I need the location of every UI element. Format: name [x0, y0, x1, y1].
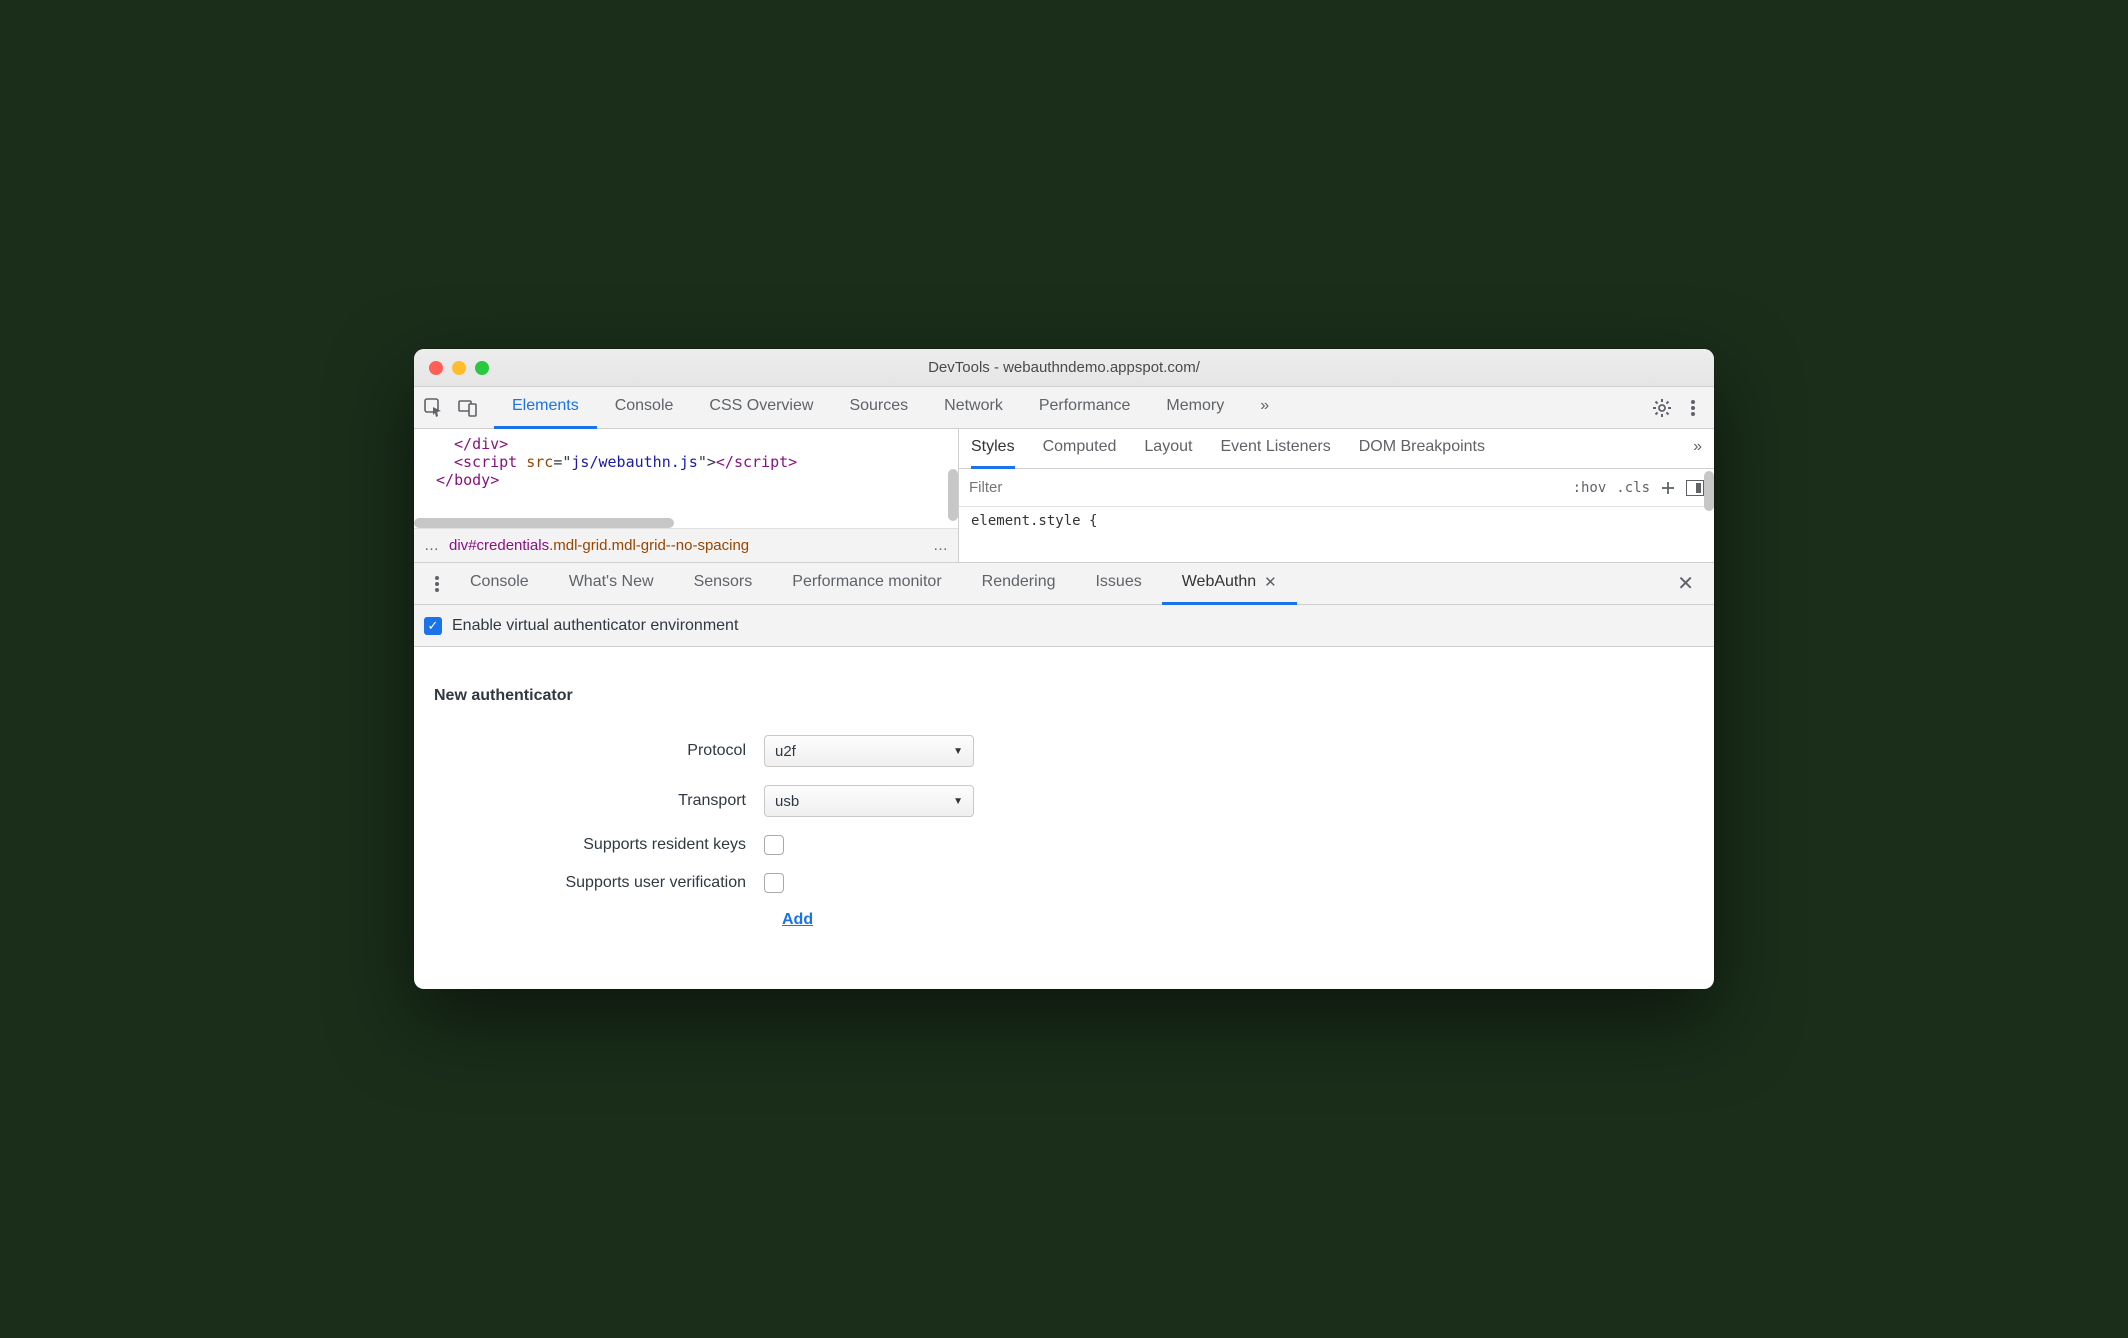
user-verification-label: Supports user verification — [434, 874, 764, 892]
breadcrumb-next[interactable]: … — [933, 537, 948, 554]
plus-icon[interactable] — [1660, 480, 1676, 496]
sidebar-tab-overflow[interactable]: » — [1693, 429, 1702, 469]
horizontal-scrollbar[interactable] — [414, 518, 674, 528]
gear-icon[interactable] — [1652, 398, 1672, 418]
devtools-window: DevTools - webauthndemo.appspot.com/ Ele… — [414, 349, 1714, 989]
sidebar-tab-event-listeners[interactable]: Event Listeners — [1220, 429, 1330, 469]
tab-console[interactable]: Console — [597, 387, 692, 429]
tab-css-overview[interactable]: CSS Overview — [691, 387, 831, 429]
kebab-menu-icon[interactable] — [1690, 398, 1696, 418]
device-toolbar-icon[interactable] — [458, 398, 478, 418]
drawer-tabs: Console What's New Sensors Performance m… — [414, 563, 1714, 605]
sidebar-tab-layout[interactable]: Layout — [1144, 429, 1192, 469]
styles-filter-input[interactable] — [969, 479, 1563, 496]
drawer-tab-rendering[interactable]: Rendering — [962, 563, 1076, 605]
breadcrumb: … div#credentials.mdl-grid.mdl-grid--no-… — [414, 528, 958, 562]
transport-select[interactable]: usb ▼ — [764, 785, 974, 817]
breadcrumb-prev[interactable]: … — [424, 537, 439, 554]
tab-performance[interactable]: Performance — [1021, 387, 1149, 429]
user-verification-row: Supports user verification — [434, 873, 1694, 893]
tab-elements[interactable]: Elements — [494, 387, 597, 429]
maximize-window-button[interactable] — [475, 361, 489, 375]
tab-sources[interactable]: Sources — [831, 387, 926, 429]
close-drawer-icon[interactable]: ✕ — [1667, 571, 1704, 596]
drawer-tab-sensors[interactable]: Sensors — [674, 563, 773, 605]
sidebar-tabs: Styles Computed Layout Event Listeners D… — [959, 429, 1714, 469]
resident-keys-checkbox[interactable] — [764, 835, 784, 855]
drawer-tab-webauthn[interactable]: WebAuthn ✕ — [1162, 563, 1297, 605]
protocol-row: Protocol u2f ▼ — [434, 735, 1694, 767]
sidebar-tab-dom-breakpoints[interactable]: DOM Breakpoints — [1359, 429, 1485, 469]
inspect-element-icon[interactable] — [424, 398, 444, 418]
webauthn-toolbar: ✓ Enable virtual authenticator environme… — [414, 605, 1714, 647]
style-rule[interactable]: element.style { — [959, 507, 1714, 535]
sidebar-tab-computed[interactable]: Computed — [1043, 429, 1117, 469]
inspect-tools — [424, 398, 494, 418]
drawer-tab-perfmon[interactable]: Performance monitor — [772, 563, 961, 605]
drawer-tab-whatsnew[interactable]: What's New — [549, 563, 674, 605]
drawer-tab-issues[interactable]: Issues — [1075, 563, 1161, 605]
vertical-scrollbar[interactable] — [948, 469, 958, 521]
elements-split: </div> <script src="js/webauthn.js"></sc… — [414, 429, 1714, 563]
main-tabs: Elements Console CSS Overview Sources Ne… — [414, 387, 1714, 429]
webauthn-body: New authenticator Protocol u2f ▼ Transpo… — [414, 647, 1714, 989]
styles-sidebar: Styles Computed Layout Event Listeners D… — [959, 429, 1714, 562]
protocol-label: Protocol — [434, 742, 764, 760]
close-tab-icon[interactable]: ✕ — [1264, 573, 1277, 591]
breadcrumb-node[interactable]: div#credentials.mdl-grid.mdl-grid--no-sp… — [449, 537, 749, 554]
tab-network[interactable]: Network — [926, 387, 1021, 429]
add-authenticator-button[interactable]: Add — [782, 911, 1694, 929]
drawer-kebab-icon[interactable] — [424, 574, 450, 594]
new-authenticator-title: New authenticator — [434, 687, 1694, 705]
dom-tree-pane: </div> <script src="js/webauthn.js"></sc… — [414, 429, 959, 562]
traffic-lights — [414, 361, 489, 375]
sidebar-tab-styles[interactable]: Styles — [971, 429, 1015, 469]
close-window-button[interactable] — [429, 361, 443, 375]
drawer-tab-console[interactable]: Console — [450, 563, 549, 605]
window-title: DevTools - webauthndemo.appspot.com/ — [414, 359, 1714, 376]
enable-virtual-authenticator-checkbox[interactable]: ✓ — [424, 617, 442, 635]
caret-down-icon: ▼ — [953, 746, 963, 757]
tabs-overflow[interactable]: » — [1242, 387, 1287, 429]
sidebar-scrollbar[interactable] — [1704, 471, 1714, 511]
cls-toggle[interactable]: .cls — [1616, 480, 1650, 496]
toggle-panel-icon[interactable] — [1686, 480, 1704, 496]
dom-tree[interactable]: </div> <script src="js/webauthn.js"></sc… — [414, 429, 958, 528]
tab-memory[interactable]: Memory — [1148, 387, 1242, 429]
titlebar: DevTools - webauthndemo.appspot.com/ — [414, 349, 1714, 387]
transport-label: Transport — [434, 792, 764, 810]
protocol-select[interactable]: u2f ▼ — [764, 735, 974, 767]
minimize-window-button[interactable] — [452, 361, 466, 375]
resident-keys-row: Supports resident keys — [434, 835, 1694, 855]
enable-virtual-authenticator-label: Enable virtual authenticator environment — [452, 617, 738, 635]
resident-keys-label: Supports resident keys — [434, 836, 764, 854]
user-verification-checkbox[interactable] — [764, 873, 784, 893]
hov-toggle[interactable]: :hov — [1573, 480, 1607, 496]
caret-down-icon: ▼ — [953, 796, 963, 807]
styles-filter-row: :hov .cls — [959, 469, 1714, 507]
transport-row: Transport usb ▼ — [434, 785, 1694, 817]
